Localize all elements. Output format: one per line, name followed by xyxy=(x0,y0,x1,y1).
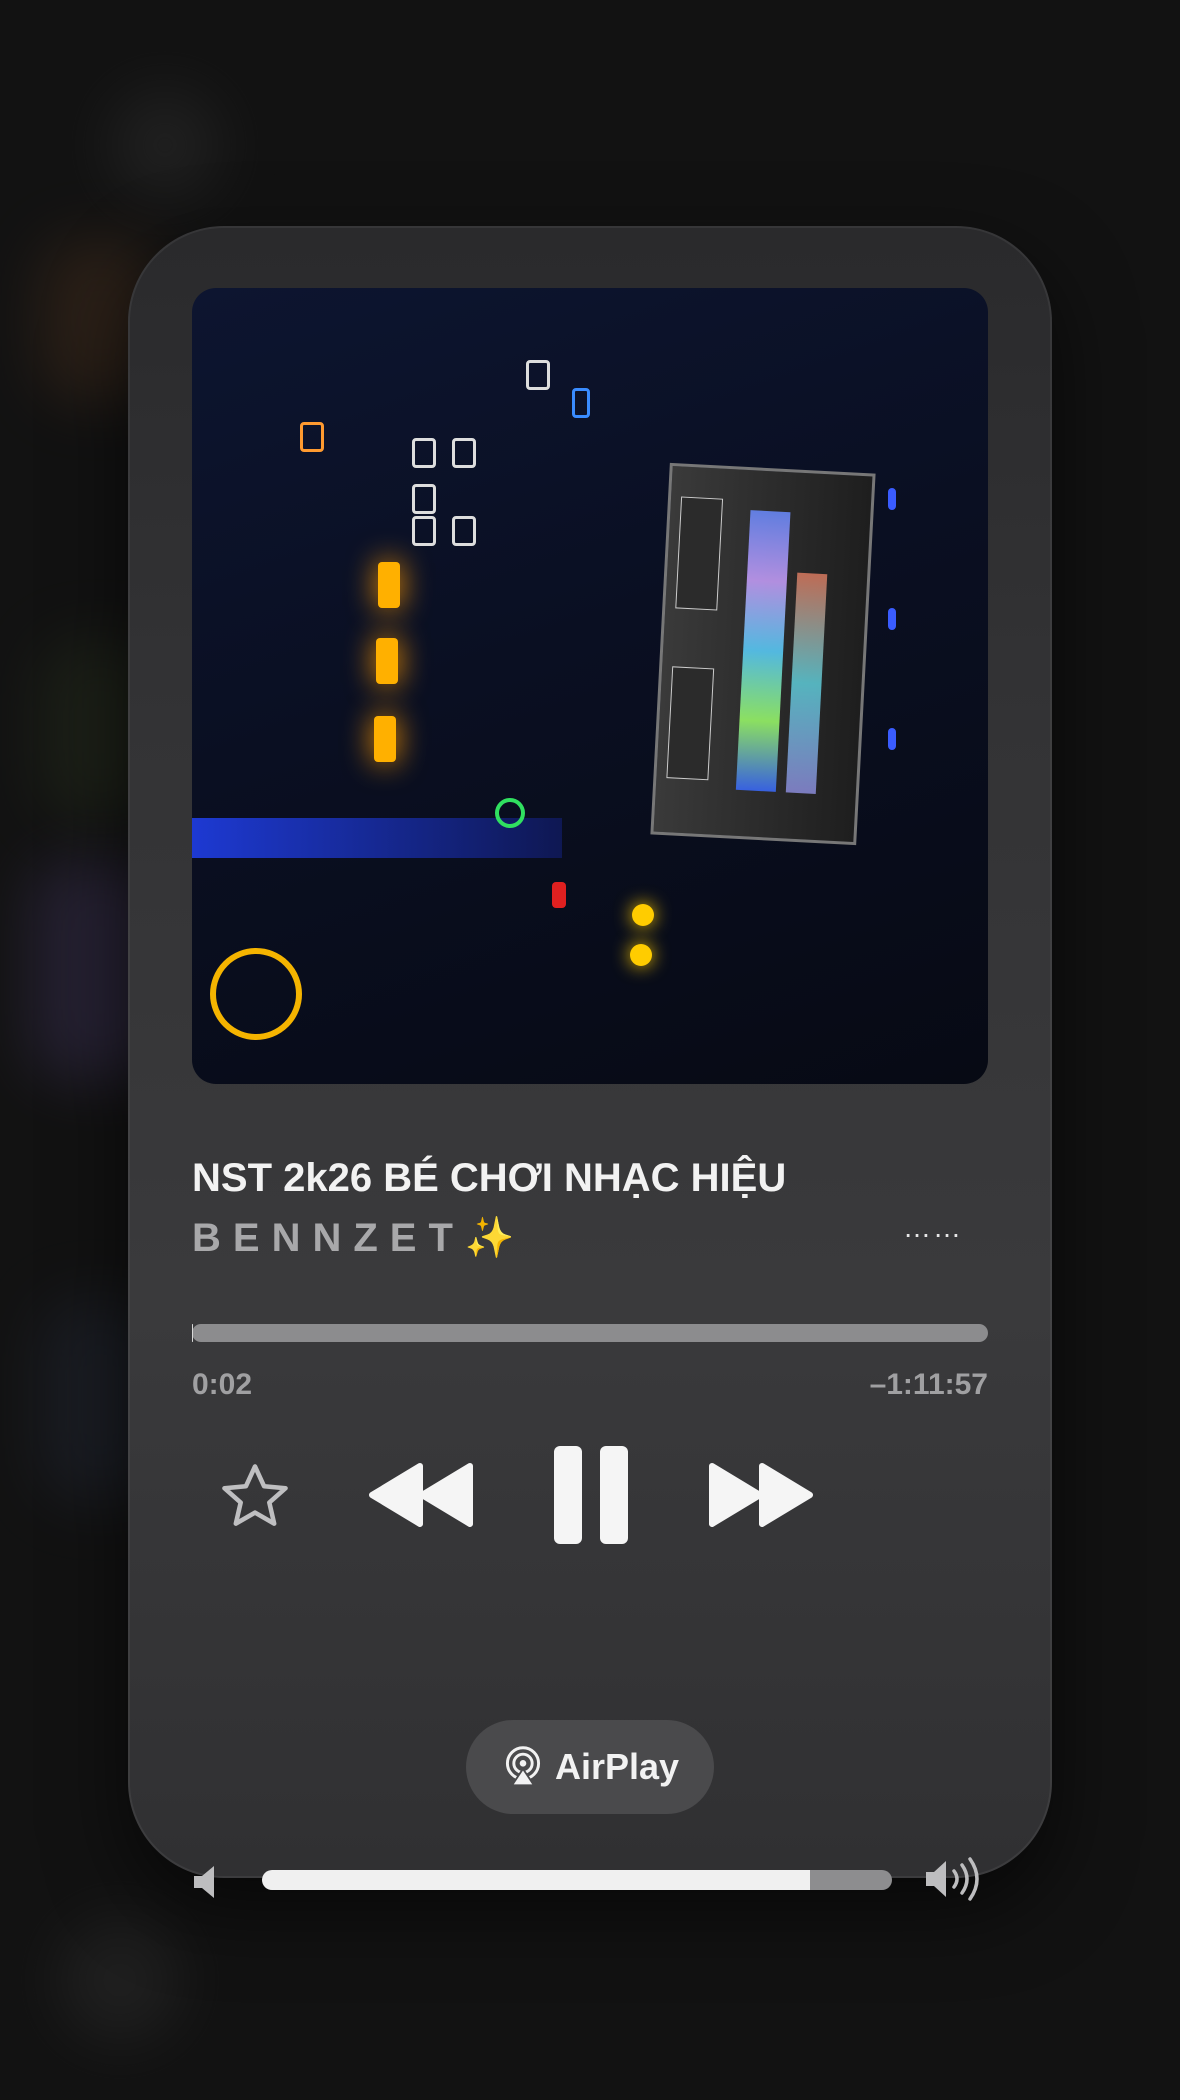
album-artwork xyxy=(192,288,988,1084)
elapsed-time: 0:02 xyxy=(192,1368,253,1401)
remaining-time: –1:11:57 xyxy=(869,1368,988,1401)
airplay-icon xyxy=(505,1746,541,1787)
sparkles-icon: ✨ xyxy=(464,1216,515,1260)
airplay-label: AirPlay xyxy=(554,1746,680,1787)
more-options-button[interactable]: …… xyxy=(898,1208,968,1248)
volume-slider[interactable] xyxy=(262,1870,892,1890)
volume-low-icon xyxy=(194,1866,214,1898)
star-icon[interactable] xyxy=(216,1458,294,1536)
artist-name: BENNZET xyxy=(192,1216,465,1260)
background-blur xyxy=(110,90,220,200)
forward-icon[interactable] xyxy=(706,1460,814,1530)
playback-scrubber[interactable] xyxy=(192,1324,988,1342)
volume-level xyxy=(262,1870,811,1890)
pause-icon[interactable] xyxy=(552,1444,630,1546)
track-artist[interactable]: BENNZET✨ xyxy=(192,1214,515,1261)
background-blur xyxy=(60,1920,180,2040)
airplay-button[interactable]: AirPlay xyxy=(466,1720,714,1814)
now-playing-card: NST 2k26 BÉ CHƠI NHẠC HIỆU BENNZET✨ …… 0… xyxy=(128,226,1052,1901)
volume-high-icon xyxy=(926,1857,979,1901)
track-title: NST 2k26 BÉ CHƠI NHẠC HIỆU xyxy=(192,1156,787,1200)
backward-icon[interactable] xyxy=(368,1460,476,1530)
